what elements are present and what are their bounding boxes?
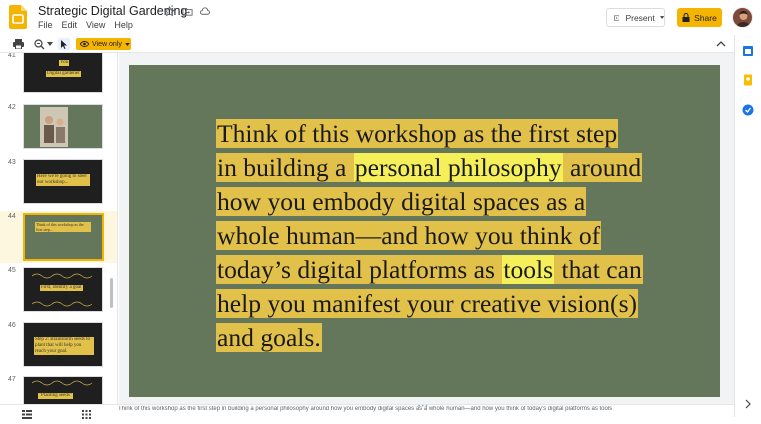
slide-thumbnail[interactable] [23,104,103,149]
zoom-chevron-down-icon[interactable] [47,38,53,50]
star-icon[interactable] [163,5,175,17]
thumb-text: Think of this workshop as the first step… [35,222,91,232]
highlighted-phrase: personal philosophy [353,153,563,182]
top-bar: Strategic Digital Gardening File Edit Vi… [0,0,761,35]
slide-text-run: how you embody digital spaces as a [216,187,587,216]
present-label: Present [625,12,655,23]
slide-text-line: and goals. [216,321,636,355]
filmstrip-item[interactable]: 42 [0,104,117,158]
slide-text-line: whole human—and how you think of [216,219,636,253]
menu-help[interactable]: Help [114,20,133,30]
slide-text-line: how you embody digital spaces as a [216,185,636,219]
move-to-drive-icon[interactable] [181,5,193,17]
slide-number: 47 [8,376,16,383]
filmstrip-item-active[interactable]: 44 Think of this workshop as the first s… [0,211,117,263]
avatar[interactable] [732,7,753,28]
filmstrip-view-icon[interactable] [22,406,32,424]
filmstrip-scrollbar[interactable] [110,278,113,308]
slides-logo-icon[interactable] [9,5,27,29]
slide-number: 42 [8,104,16,111]
print-icon[interactable] [13,38,24,50]
highlighted-phrase: tools [502,255,555,284]
slide-text-run: whole human—and how you think of [216,221,602,250]
collapse-toolbar-icon[interactable] [716,39,726,49]
thumb-text: Digital gardener [46,71,81,77]
slide-text-run: today’s digital platforms as [216,255,503,284]
share-label: Share [694,12,717,23]
slide-text-line: Think of this workshop as the first step [216,117,636,151]
thumb-text: You [59,60,70,66]
cloud-status-icon[interactable] [199,5,211,17]
slide-thumbnail[interactable]: You Digital gardener [23,53,103,93]
slide-text-line: in building a personal philosophy around [216,151,643,185]
slide-thumbnail[interactable]: Here we're going to steer our workshop..… [23,159,103,204]
slide-number: 43 [8,159,16,166]
filmstrip-item[interactable]: 43 Here we're going to steer our worksho… [0,159,117,213]
view-only-label: View only [92,40,122,48]
slide-number: 45 [8,267,16,274]
slide-text-line: today’s digital platforms as tools that … [216,253,643,287]
filmstrip-item[interactable]: 45 First, identify a goal [0,267,117,321]
grid-view-icon[interactable] [82,406,91,424]
slide-text-run: in building a [216,153,354,182]
chevron-down-icon [125,42,130,46]
keep-icon[interactable] [742,73,754,86]
select-tool-icon[interactable] [58,38,70,50]
present-button[interactable]: Present [606,8,665,27]
share-button[interactable]: Share [677,8,722,27]
slide-text-line: help you manifest your creative vision(s… [216,287,639,321]
slide-text-run: that can [554,255,643,284]
slide-number: 44 [8,213,16,220]
tasks-icon[interactable] [742,103,754,116]
eye-icon [80,41,89,47]
slide-thumbnail[interactable]: Think of this workshop as the first step… [23,213,104,261]
chevron-down-icon[interactable] [659,15,664,20]
slide-thumbnail[interactable]: First, identify a goal [23,267,103,312]
toolbar: View only [0,35,734,53]
view-only-dropdown[interactable]: View only [76,38,131,50]
speaker-notes[interactable]: Think of this workshop as the first step… [118,406,718,412]
slide-thumbnail[interactable]: "Planting seeds" [23,376,103,404]
thumb-text: First, identify a goal [40,285,83,291]
squiggle-decoration [31,380,93,386]
menu-file[interactable]: File [38,20,53,30]
slide-filmstrip[interactable]: 41 You Digital gardener 42 43 Here we're… [0,53,118,404]
zoom-icon[interactable] [34,38,45,50]
thumb-text: "Planting seeds" [38,393,73,399]
slide-text-run: around [562,153,643,182]
slide-text-run: and goals. [216,323,322,352]
slide-number: 41 [8,53,16,59]
slide-canvas: Think of this workshop as the first step… [119,53,734,404]
current-slide[interactable]: Think of this workshop as the first step… [129,65,720,397]
filmstrip-item[interactable]: 46 Step 2: Brainstorm seeds to plant tha… [0,322,117,376]
expand-panel-icon[interactable] [742,397,754,409]
present-icon [614,15,620,20]
side-panel-rail [734,35,761,417]
slide-text-run: Think of this workshop as the first step [216,119,619,148]
menu-edit[interactable]: Edit [62,20,78,30]
slide-text-run: help you manifest your creative vision(s… [216,289,639,318]
thumb-text: Step 2: Brainstorm seeds to plant that w… [34,337,94,355]
slide-thumbnail[interactable]: Step 2: Brainstorm seeds to plant that w… [23,322,103,367]
filmstrip-item[interactable]: 41 You Digital gardener [0,53,117,102]
calendar-icon[interactable] [742,44,754,56]
filmstrip-item[interactable]: 47 "Planting seeds" [0,376,117,404]
menu-view[interactable]: View [86,20,105,30]
lock-icon [682,13,690,22]
slide-body-text: Think of this workshop as the first step… [216,117,643,355]
thumb-text: Here we're going to steer our workshop..… [36,174,90,186]
photo-image [40,107,68,147]
slide-number: 46 [8,322,16,329]
